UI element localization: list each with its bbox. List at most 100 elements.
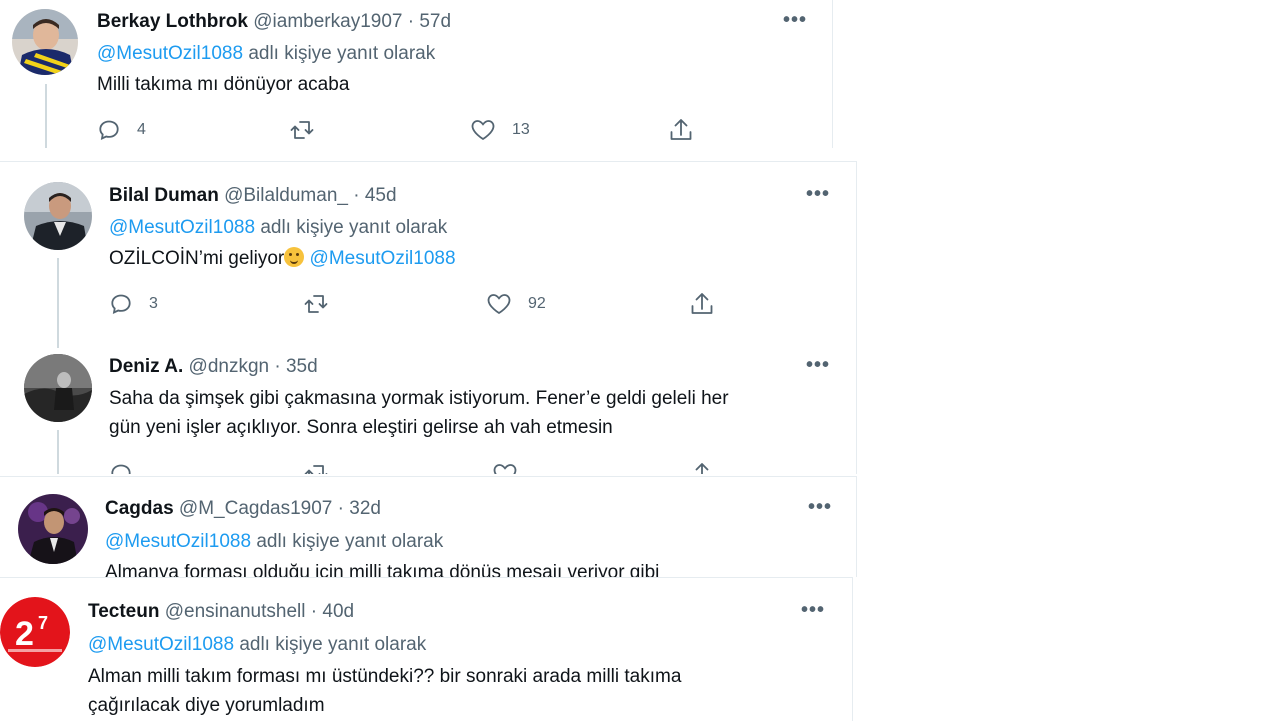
reply-icon	[99, 120, 119, 141]
author-name[interactable]: Cagdas	[105, 498, 174, 519]
reply-button[interactable]: 4	[97, 118, 146, 142]
avatar[interactable]	[18, 494, 88, 564]
reply-count: 3	[149, 295, 158, 312]
author-handle[interactable]: @iamberkay1907	[253, 11, 402, 32]
reply-context: @MesutOzil1088 adlı kişiye yanıt olarak	[97, 42, 435, 66]
red-27-logo-avatar: 2 7	[0, 597, 70, 667]
tweet-text: OZİLCOİN’mi geliyor @MesutOzil1088	[109, 244, 456, 273]
mention-link[interactable]: @MesutOzil1088	[105, 531, 251, 552]
tweet-text: Almanya forması olduğu için milli takıma…	[105, 558, 659, 577]
retweet-button[interactable]	[289, 118, 315, 142]
man-in-suit-avatar	[24, 182, 92, 250]
timestamp[interactable]: 57d	[419, 11, 451, 32]
author-handle[interactable]: @dnzkgn	[189, 356, 270, 377]
author-handle[interactable]: @M_Cagdas1907	[179, 498, 332, 519]
thread-line	[57, 258, 59, 348]
retweet-button[interactable]	[303, 462, 329, 474]
more-options-icon[interactable]: •••	[806, 184, 830, 204]
separator-dot: ·	[274, 356, 281, 377]
tweet-text-line: Almanya forması olduğu için milli takıma…	[105, 562, 660, 577]
mention-link[interactable]: @MesutOzil1088	[97, 43, 243, 64]
retweet-button[interactable]	[303, 292, 329, 316]
more-options-icon[interactable]: •••	[801, 600, 825, 620]
timestamp[interactable]: 40d	[322, 601, 354, 622]
tweet-bilal[interactable]: Bilal Duman @Bilalduman_ · 45d ••• @Mesu…	[0, 161, 857, 474]
thread-line	[45, 84, 47, 148]
tweet-header: Berkay Lothbrok @iamberkay1907 · 57d	[97, 10, 451, 34]
share-icon	[691, 293, 713, 314]
share-button[interactable]	[668, 117, 694, 143]
mention-link[interactable]: @MesutOzil1088	[310, 248, 456, 269]
tweet-text-line: Alman milli takım forması mı üstündeki??…	[88, 666, 682, 687]
tweet-text-line: çağırılacak diye yorumladım	[88, 695, 325, 716]
author-name[interactable]: Berkay Lothbrok	[97, 11, 248, 32]
reply-prefix: adlı kişiye yanıt olarak	[256, 531, 444, 552]
avatar[interactable]	[24, 182, 92, 250]
heart-icon	[471, 120, 495, 141]
share-icon	[695, 463, 709, 474]
reply-count: 4	[137, 121, 146, 138]
share-icon	[670, 119, 692, 140]
separator-dot: ·	[310, 601, 318, 622]
tweet-cagdas[interactable]: Cagdas @M_Cagdas1907 · 32d ••• @MesutOzi…	[0, 476, 857, 577]
tweet-text-line: OZİLCOİN’mi geliyor	[109, 248, 285, 269]
tweet-header: Tecteun @ensinanutshell · 40d	[88, 600, 354, 624]
retweet-icon	[290, 121, 314, 139]
reply-context: @MesutOzil1088 adlı kişiye yanıt olarak	[109, 216, 447, 240]
more-options-icon[interactable]: •••	[806, 355, 830, 375]
fenerbahce-fan-avatar	[12, 9, 78, 75]
like-button[interactable]: 92	[486, 292, 546, 316]
author-name[interactable]: Bilal Duman	[109, 185, 219, 206]
tweet-text: Saha da şimşek gibi çakmasına yormak ist…	[109, 384, 729, 442]
tweet-tecteun[interactable]: 2 7 Tecteun @ensinanutshell · 40d ••• @M…	[0, 577, 853, 721]
reply-button[interactable]	[109, 462, 133, 474]
svg-text:7: 7	[38, 613, 48, 633]
like-button[interactable]	[492, 462, 518, 474]
mention-link[interactable]: @MesutOzil1088	[109, 217, 255, 238]
man-purple-avatar	[18, 494, 88, 564]
reply-context: @MesutOzil1088 adlı kişiye yanıt olarak	[105, 530, 443, 554]
thread-line	[57, 430, 59, 474]
reply-prefix: adlı kişiye yanıt olarak	[248, 43, 436, 64]
avatar[interactable]	[12, 9, 78, 75]
tweet-text-line: gün yeni işler açıklıyor. Sonra eleştiri…	[109, 417, 613, 438]
more-options-icon[interactable]: •••	[783, 10, 807, 30]
reply-icon	[111, 294, 131, 315]
tweet-berkay[interactable]: Berkay Lothbrok @iamberkay1907 · 57d •••…	[0, 0, 833, 148]
timestamp[interactable]: 45d	[365, 185, 397, 206]
separator-dot: ·	[407, 11, 415, 32]
author-name[interactable]: Deniz A.	[109, 356, 183, 377]
author-handle[interactable]: @Bilalduman_	[224, 185, 348, 206]
heart-icon	[493, 464, 517, 474]
share-button[interactable]	[689, 291, 715, 317]
author-name[interactable]: Tecteun	[88, 601, 159, 622]
svg-text:2: 2	[15, 615, 34, 653]
reply-icon	[111, 464, 131, 474]
reply-context: @MesutOzil1088 adlı kişiye yanıt olarak	[88, 633, 426, 657]
mention-link[interactable]: @MesutOzil1088	[88, 634, 234, 655]
author-handle[interactable]: @ensinanutshell	[165, 601, 306, 622]
avatar[interactable]	[24, 354, 92, 422]
reply-prefix: adlı kişiye yanıt olarak	[260, 217, 448, 238]
tweet-text-line: Milli takıma mı dönüyor acaba	[97, 74, 350, 95]
person-bw-avatar	[24, 354, 92, 422]
tweet-text: Milli takıma mı dönüyor acaba	[97, 70, 349, 99]
more-options-icon[interactable]: •••	[808, 497, 832, 517]
timestamp[interactable]: 32d	[349, 498, 381, 519]
tweet-text-line: Saha da şimşek gibi çakmasına yormak ist…	[109, 388, 729, 409]
reply-button[interactable]: 3	[109, 292, 158, 316]
reply-prefix: adlı kişiye yanıt olarak	[239, 634, 427, 655]
share-button[interactable]	[689, 461, 715, 474]
like-count: 92	[528, 295, 546, 312]
avatar[interactable]: 2 7	[0, 597, 70, 667]
timestamp[interactable]: 35d	[286, 356, 318, 377]
like-count: 13	[512, 121, 530, 138]
retweet-icon	[304, 465, 328, 474]
like-button[interactable]: 13	[470, 118, 530, 142]
thinking-face-icon	[284, 247, 305, 267]
tweet-header: Deniz A. @dnzkgn · 35d	[109, 355, 318, 379]
separator-dot: ·	[337, 498, 344, 519]
tweet-header: Bilal Duman @Bilalduman_ · 45d	[109, 184, 397, 208]
retweet-icon	[304, 295, 328, 313]
heart-icon	[487, 294, 511, 315]
